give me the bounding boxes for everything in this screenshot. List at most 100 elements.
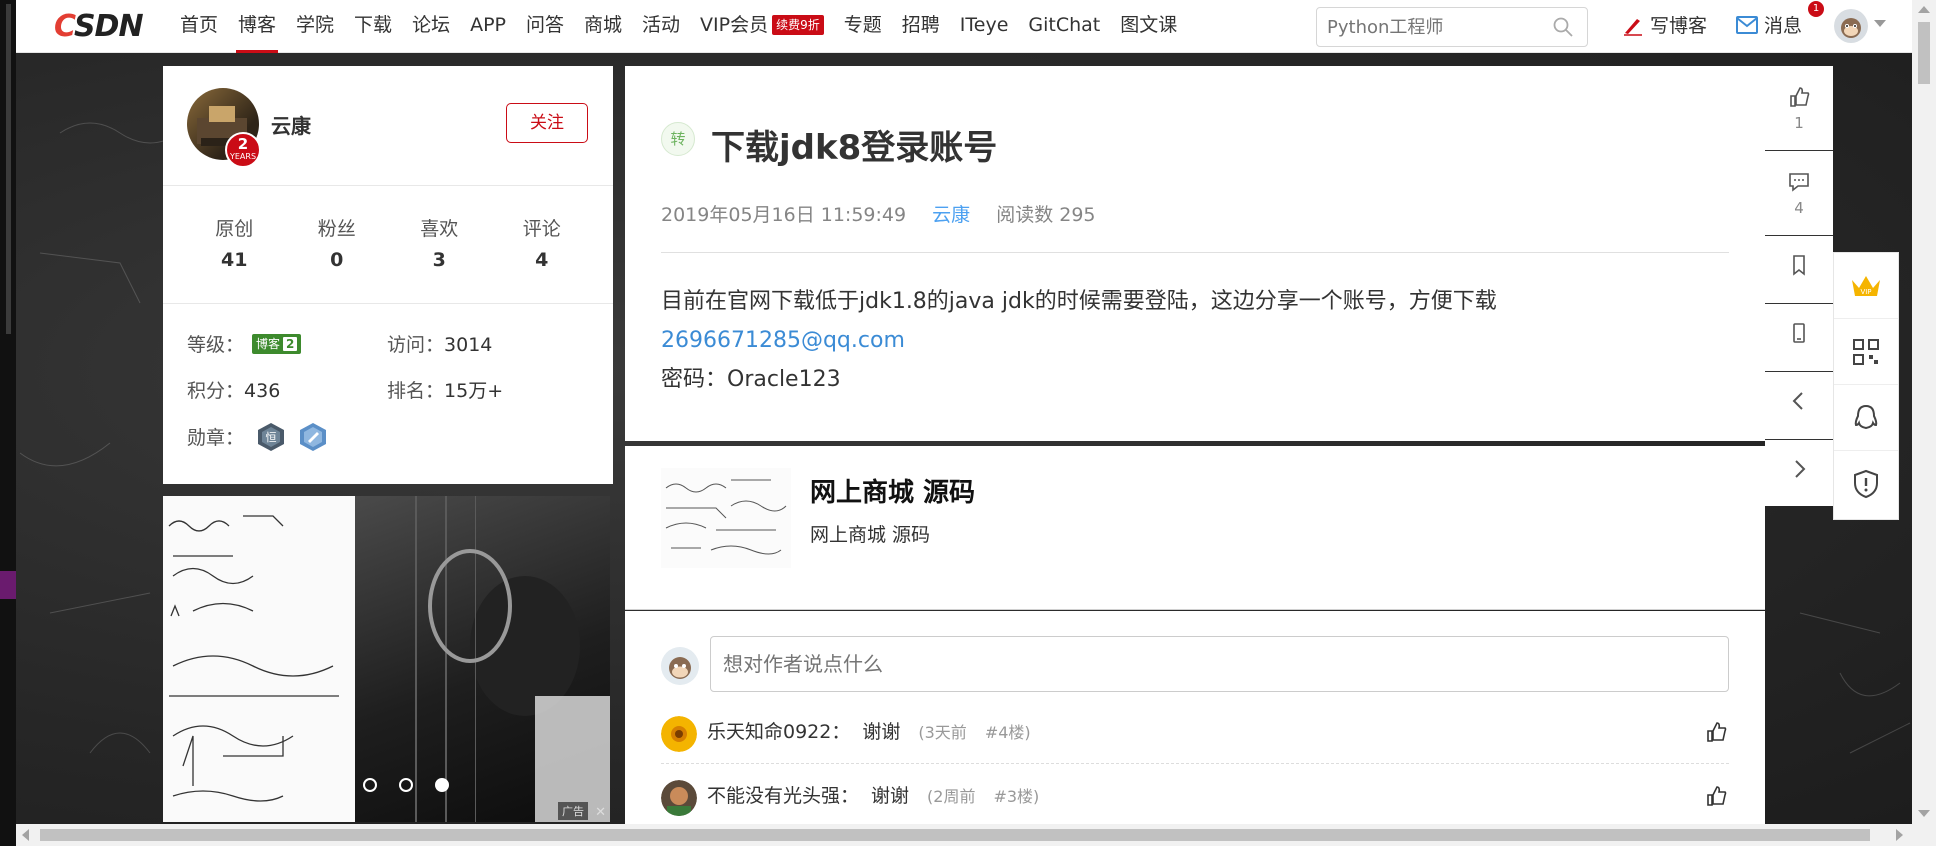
recommended-title[interactable]: 网上商城 源码 <box>810 472 975 509</box>
side-tab[interactable] <box>0 571 16 599</box>
comment-line: 乐天知命0922： 谢谢 (3天前 #4楼) <box>707 717 1031 744</box>
qr-code-button[interactable] <box>1834 319 1898 385</box>
comment-action[interactable]: 4 <box>1765 151 1833 236</box>
scroll-right-arrow[interactable] <box>1896 829 1903 841</box>
comment-icon <box>1789 173 1809 192</box>
level-label: 等级： <box>187 334 245 356</box>
monkey-avatar-icon <box>1834 9 1868 43</box>
chevron-right-icon <box>1795 460 1806 478</box>
chevron-down-icon[interactable] <box>1874 20 1886 27</box>
nav-jobs[interactable]: 招聘 <box>892 0 950 53</box>
stat-value: 41 <box>221 249 248 271</box>
vertical-scrollbar[interactable] <box>1912 0 1936 846</box>
nav-gitchat[interactable]: GitChat <box>1018 0 1110 53</box>
mobile-action[interactable] <box>1765 304 1833 372</box>
write-blog-link[interactable]: 写博客 <box>1622 11 1707 38</box>
scroll-up-arrow[interactable] <box>1918 6 1930 13</box>
blog-medal-icon[interactable] <box>298 422 328 452</box>
persistence-medal-icon[interactable]: 恒 <box>256 422 286 452</box>
nav-courses[interactable]: 图文课 <box>1110 0 1187 53</box>
like-count: 1 <box>1794 114 1804 132</box>
search-input[interactable] <box>1317 8 1537 46</box>
chevron-left-icon <box>1792 392 1803 410</box>
level-badge[interactable]: 博客 2 <box>252 334 302 354</box>
write-blog-label: 写博客 <box>1650 15 1708 37</box>
rank-label: 排名： <box>387 380 445 402</box>
years-badge: 2 YEARS <box>225 132 261 168</box>
next-action[interactable] <box>1765 440 1833 508</box>
mail-icon <box>1736 15 1758 34</box>
nav-iteye[interactable]: ITeye <box>950 0 1019 53</box>
qq-button[interactable] <box>1834 385 1898 451</box>
points-label: 积分： <box>187 380 245 402</box>
stat-comments[interactable]: 评论 4 <box>491 214 594 303</box>
close-icon[interactable]: ✕ <box>595 805 606 820</box>
nav-forum[interactable]: 论坛 <box>402 0 460 53</box>
messages-link[interactable]: 消息 <box>1736 11 1802 38</box>
nav-vip[interactable]: VIP会员 续费9折 <box>690 0 834 53</box>
ad-banner[interactable]: 广告 ✕ <box>163 496 610 822</box>
medals-row: 勋章： 恒 <box>187 422 328 452</box>
scroll-thumb[interactable] <box>40 829 1870 841</box>
bookmark-icon <box>1793 255 1805 276</box>
follow-button[interactable]: 关注 <box>506 103 588 143</box>
article-password-line: 密码：Oracle123 <box>661 367 841 392</box>
bookmark-action[interactable] <box>1765 236 1833 304</box>
points-value: 436 <box>244 380 281 402</box>
carousel-dot-active[interactable] <box>435 778 449 792</box>
recommended-item[interactable]: 网上商城 源码 网上商城 源码 <box>625 446 1765 610</box>
like-action[interactable]: 1 <box>1765 66 1833 151</box>
comment-input[interactable] <box>710 636 1729 692</box>
nav-download[interactable]: 下载 <box>344 0 402 53</box>
commenter-name[interactable]: 乐天知命0922： <box>707 721 850 743</box>
comment-text: 谢谢 <box>871 785 910 807</box>
thumbs-up-icon <box>1790 87 1810 107</box>
prev-action[interactable] <box>1765 372 1833 440</box>
visits-row: 访问：3014 <box>387 330 492 357</box>
svg-text:恒: 恒 <box>266 431 277 444</box>
nav-home[interactable]: 首页 <box>170 0 228 53</box>
csdn-logo[interactable]: CSDN <box>54 9 144 44</box>
scroll-thumb[interactable] <box>1918 22 1930 84</box>
main-nav: 首页 博客 学院 下载 论坛 APP 问答 商城 活动 VIP会员 续费9折 专题… <box>170 0 1187 53</box>
floating-toolbar: VIP <box>1833 252 1899 520</box>
stat-original[interactable]: 原创 41 <box>183 214 286 303</box>
years-number: 2 <box>237 135 249 153</box>
nav-topics[interactable]: 专题 <box>834 0 892 53</box>
nav-mall[interactable]: 商城 <box>574 0 632 53</box>
nav-qa[interactable]: 问答 <box>516 0 574 53</box>
current-user-avatar <box>661 647 699 685</box>
nav-blog[interactable]: 博客 <box>228 0 286 53</box>
report-button[interactable] <box>1834 451 1898 517</box>
horizontal-scrollbar[interactable] <box>16 824 1912 846</box>
author-name[interactable]: 云康 <box>271 110 311 139</box>
nav-app[interactable]: APP <box>460 0 516 53</box>
nav-events[interactable]: 活动 <box>632 0 690 53</box>
left-scroll-thumb[interactable] <box>6 4 11 334</box>
visits-value: 3014 <box>444 334 493 356</box>
commenter-name[interactable]: 不能没有光头强： <box>707 785 859 807</box>
carousel-dot[interactable] <box>399 778 413 792</box>
top-nav-bar: CSDN 首页 博客 学院 下载 论坛 APP 问答 商城 活动 VIP会员 续费… <box>16 0 1912 53</box>
scroll-left-arrow[interactable] <box>22 829 29 841</box>
scroll-down-arrow[interactable] <box>1918 810 1930 817</box>
thumbs-up-icon[interactable] <box>1705 785 1727 807</box>
thumbs-up-icon[interactable] <box>1705 721 1727 743</box>
user-avatar[interactable] <box>1834 9 1868 43</box>
account-email-link[interactable]: 2696671285@qq.com <box>661 321 1497 360</box>
carousel-dot[interactable] <box>363 778 377 792</box>
stat-value: 0 <box>330 249 344 271</box>
article-action-bar: 1 4 <box>1765 66 1833 506</box>
vip-button[interactable]: VIP <box>1834 253 1898 319</box>
search-icon[interactable] <box>1553 17 1573 37</box>
ad-image-hacker <box>355 496 610 822</box>
nav-academy[interactable]: 学院 <box>286 0 344 53</box>
commenter-avatar[interactable] <box>661 716 697 752</box>
stat-label: 评论 <box>522 218 561 240</box>
article-author-link[interactable]: 云康 <box>932 204 970 226</box>
stat-fans[interactable]: 粉丝 0 <box>286 214 389 303</box>
messages-label: 消息 <box>1764 15 1803 37</box>
commenter-avatar[interactable] <box>661 780 697 816</box>
comment-floor: #3楼) <box>993 787 1040 806</box>
stat-likes[interactable]: 喜欢 3 <box>388 214 491 303</box>
